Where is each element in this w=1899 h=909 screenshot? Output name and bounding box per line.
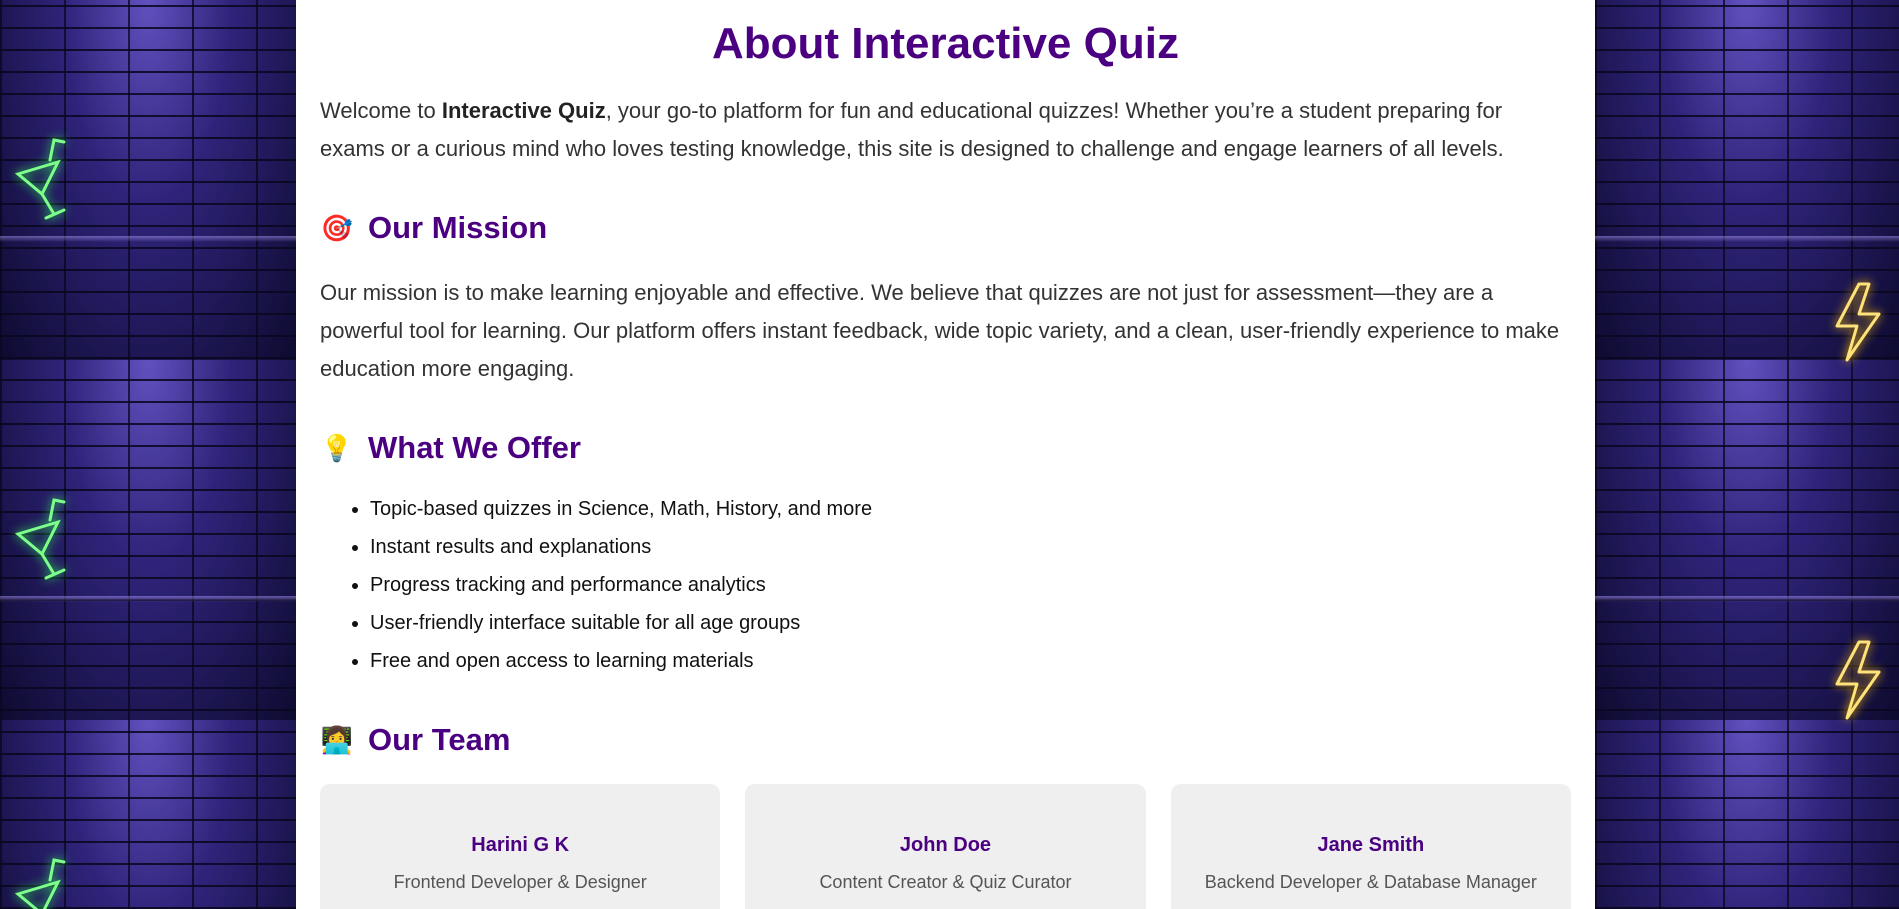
about-content-panel: About Interactive Quiz Welcome to Intera… (296, 0, 1595, 909)
offer-list: Topic-based quizzes in Science, Math, Hi… (320, 490, 1571, 680)
team-card: John Doe Content Creator & Quiz Curator (745, 784, 1146, 909)
member-name: Harini G K (471, 834, 570, 856)
intro-paragraph: Welcome to Interactive Quiz, your go-to … (320, 92, 1571, 168)
team-card: Jane Smith Backend Developer & Database … (1170, 784, 1571, 909)
technologist-icon: 👩‍💻 (320, 725, 354, 755)
list-item: Progress tracking and performance analyt… (370, 566, 1571, 604)
offer-heading: 💡 What We Offer (320, 428, 1571, 468)
list-item: User-friendly interface suitable for all… (370, 604, 1571, 642)
member-name: Jane Smith (1317, 834, 1425, 856)
list-item: Topic-based quizzes in Science, Math, Hi… (370, 490, 1571, 528)
member-role: Frontend Developer & Designer (393, 872, 647, 892)
team-heading-label: Our Team (368, 722, 511, 757)
mission-heading-label: Our Mission (368, 210, 548, 245)
member-name: John Doe (899, 834, 992, 856)
intro-prefix: Welcome to (320, 98, 442, 123)
list-item: Instant results and explanations (370, 528, 1571, 566)
wall-glow-divider (0, 236, 296, 242)
team-grid: Harini G K Frontend Developer & Designer… (320, 784, 1571, 909)
team-card: Harini G K Frontend Developer & Designer (320, 784, 721, 909)
member-role: Content Creator & Quiz Curator (819, 872, 1072, 892)
wall-glow-divider (1595, 596, 1899, 602)
target-icon: 🎯 (320, 213, 354, 243)
right-brick-wall-background (1595, 0, 1899, 909)
neon-cocktail-icon (14, 132, 74, 222)
left-brick-wall-background (0, 0, 296, 909)
team-heading: 👩‍💻 Our Team (320, 720, 1571, 760)
brand-name: Interactive Quiz (441, 98, 606, 123)
neon-lightning-icon (1829, 636, 1889, 726)
member-role: Backend Developer & Database Manager (1204, 872, 1537, 892)
lightbulb-icon: 💡 (320, 433, 354, 463)
list-item: Free and open access to learning materia… (370, 642, 1571, 680)
neon-lightning-icon (1829, 278, 1889, 368)
mission-paragraph: Our mission is to make learning enjoyabl… (320, 280, 1560, 381)
neon-cocktail-icon (14, 852, 74, 909)
neon-cocktail-icon (14, 492, 74, 582)
mission-heading: 🎯 Our Mission (320, 208, 1571, 248)
offer-heading-label: What We Offer (368, 430, 581, 465)
wall-glow-divider (1595, 236, 1899, 242)
wall-glow-divider (0, 596, 296, 602)
page-title: About Interactive Quiz (712, 19, 1179, 68)
